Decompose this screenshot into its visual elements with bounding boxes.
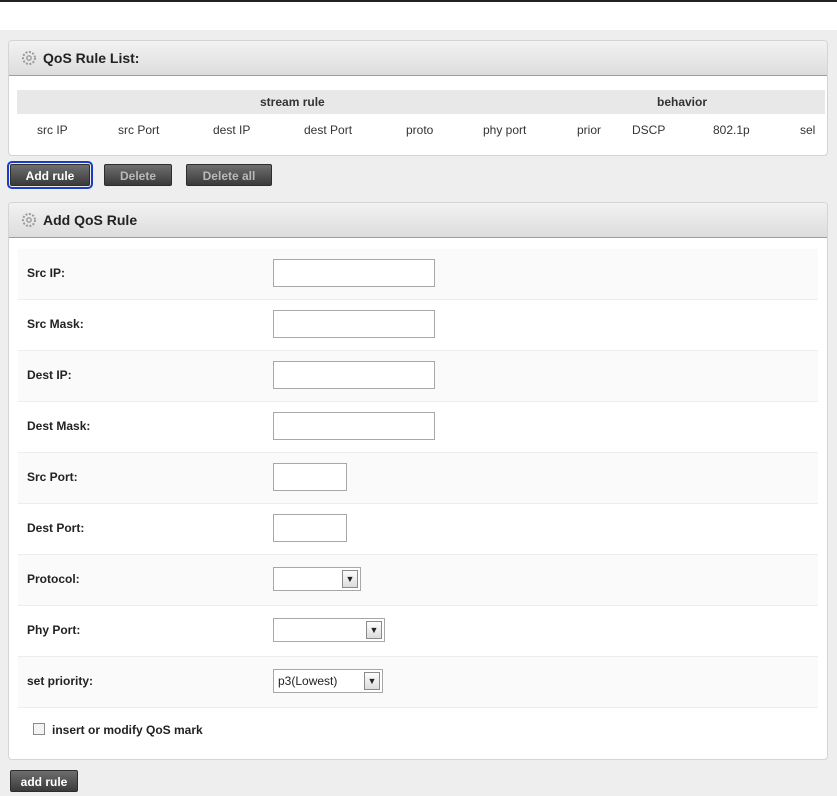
table-group-header: stream rule behavior [17, 90, 825, 114]
qos-mark-checkbox[interactable] [33, 723, 45, 735]
form-row-dest-ip: Dest IP: [18, 351, 818, 402]
form-row-src-mask: Src Mask: [18, 300, 818, 351]
col-8021p: 802.1p [713, 123, 750, 137]
form-row-phy-port: Phy Port: ▼ [18, 606, 818, 657]
dest-port-input[interactable] [273, 514, 347, 542]
qos-rule-list-panel: QoS Rule List: stream rule behavior src … [8, 40, 828, 156]
panel-title: QoS Rule List: [43, 50, 140, 66]
form-row-set-priority: set priority: p3(Lowest) ▼ [18, 657, 818, 708]
top-divider [0, 0, 837, 2]
panel-header: Add QoS Rule [9, 203, 827, 238]
protocol-label: Protocol: [27, 572, 80, 586]
qos-mark-label[interactable]: insert or modify QoS mark [52, 723, 203, 737]
rule-table: stream rule behavior src IP src Port des… [17, 90, 825, 144]
add-qos-rule-panel: Add QoS Rule Src IP: Src Mask: Dest IP: … [8, 202, 828, 760]
col-phy-port: phy port [483, 123, 527, 137]
dest-port-label: Dest Port: [27, 521, 85, 535]
table-column-header: src IP src Port dest IP dest Port proto … [17, 114, 825, 144]
col-dscp: DSCP [632, 123, 666, 137]
col-src-ip: src IP [37, 123, 68, 137]
chevron-down-icon[interactable]: ▼ [364, 672, 380, 690]
dest-ip-input[interactable] [273, 361, 435, 389]
page-content: QoS Rule List: stream rule behavior src … [0, 30, 837, 796]
col-src-port: src Port [118, 123, 160, 137]
add-rule-form: Src IP: Src Mask: Dest IP: Dest Mask: Sr… [18, 249, 818, 752]
delete-all-button[interactable]: Delete all [186, 164, 272, 186]
gear-icon [21, 212, 37, 228]
stream-rule-header: stream rule [260, 95, 325, 109]
panel-header: QoS Rule List: [9, 41, 827, 76]
col-proto: proto [406, 123, 434, 137]
col-dest-port: dest Port [304, 123, 353, 137]
col-dest-ip: dest IP [213, 123, 251, 137]
set-priority-value: p3(Lowest) [278, 674, 338, 688]
phy-port-select[interactable]: ▼ [273, 618, 385, 642]
gear-icon [21, 50, 37, 66]
form-row-src-port: Src Port: [18, 453, 818, 504]
form-row-qos-mark: insert or modify QoS mark [18, 708, 818, 752]
panel-title: Add QoS Rule [43, 212, 138, 228]
set-priority-label: set priority: [27, 674, 94, 688]
form-row-src-ip: Src IP: [18, 249, 818, 300]
col-sel: sel [800, 123, 816, 137]
src-port-input[interactable] [273, 463, 347, 491]
phy-port-label: Phy Port: [27, 623, 81, 637]
col-prior: prior [577, 123, 602, 137]
add-rule-button[interactable]: Add rule [7, 161, 93, 189]
chevron-down-icon[interactable]: ▼ [366, 621, 382, 639]
dest-mask-input[interactable] [273, 412, 435, 440]
dest-ip-label: Dest IP: [27, 368, 72, 382]
delete-button[interactable]: Delete [104, 164, 172, 186]
src-port-label: Src Port: [27, 470, 78, 484]
src-ip-label: Src IP: [27, 266, 66, 280]
protocol-select[interactable]: ▼ [273, 567, 361, 591]
form-row-dest-port: Dest Port: [18, 504, 818, 555]
src-mask-input[interactable] [273, 310, 435, 338]
dest-mask-label: Dest Mask: [27, 419, 91, 433]
submit-add-rule-button[interactable]: add rule [10, 770, 78, 792]
behavior-header: behavior [657, 95, 708, 109]
form-row-dest-mask: Dest Mask: [18, 402, 818, 453]
src-ip-input[interactable] [273, 259, 435, 287]
form-row-protocol: Protocol: ▼ [18, 555, 818, 606]
chevron-down-icon[interactable]: ▼ [342, 570, 358, 588]
src-mask-label: Src Mask: [27, 317, 84, 331]
set-priority-select[interactable]: p3(Lowest) ▼ [273, 669, 383, 693]
